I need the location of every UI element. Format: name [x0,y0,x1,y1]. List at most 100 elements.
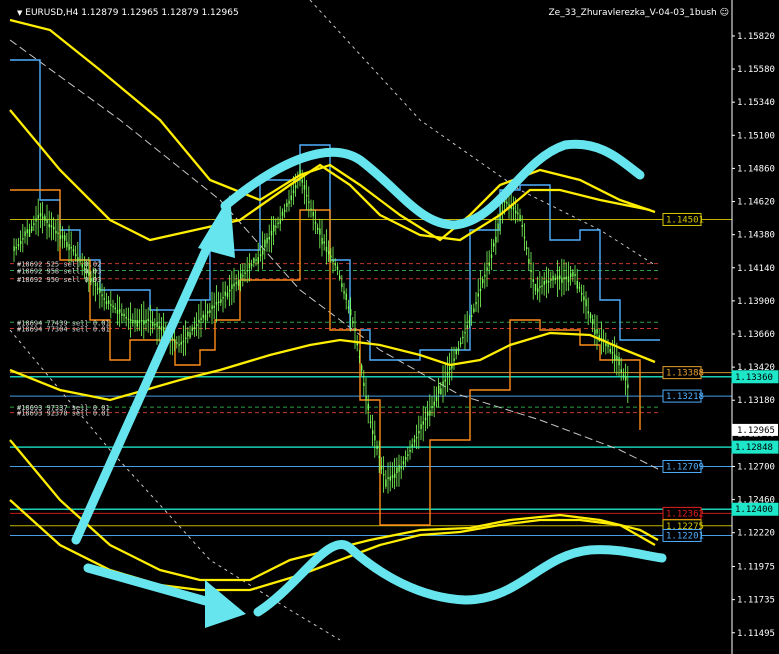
candle-body [110,304,112,306]
candle-body [550,279,552,281]
candle-body [325,246,328,252]
candle-body [213,305,215,308]
candle-body [103,298,105,300]
candle-body [416,436,418,439]
candle-body [462,336,464,339]
candle-body [528,259,530,264]
candle-body [350,309,352,316]
candle-body [200,317,202,320]
candle-body [176,342,178,344]
candle-body [20,241,22,244]
candle-body [211,305,213,309]
candle-body [141,320,143,322]
candle-body [622,374,625,376]
candle-body [15,247,17,249]
candle-body [339,275,341,279]
candle-body [145,320,147,323]
candle-body [204,314,207,321]
candle-body [13,246,15,251]
symbol-info: EURUSD,H4 1.12879 1.12965 1.12879 1.1296… [25,8,239,18]
candle-body [627,384,629,388]
candle-body [405,457,407,460]
candle-body [517,212,519,215]
candle-body [512,207,515,210]
candle-body [127,318,130,321]
candle-body [402,461,405,465]
candle-body [143,320,145,325]
chart-symbol-header: ▼ EURUSD,H4 1.12879 1.12965 1.12879 1.12… [17,8,239,18]
candle-body [343,291,345,294]
price-label-text: 1.14501 [666,215,704,225]
candle-body [101,294,103,297]
candle-body [574,274,576,276]
candle-body [72,249,75,252]
candle-body [119,309,121,313]
candle-body [70,246,72,249]
candle-body [446,373,449,376]
candle-body [530,270,532,273]
candle-body [222,297,224,299]
candle-body [321,238,323,245]
candle-body [358,356,361,358]
candle-body [372,430,374,435]
candle-body [545,280,548,284]
indicator-title: Ze_33_Zhuravlerezka_V-04-03_1bush ☺ [549,8,729,18]
candle-body [35,218,37,222]
candle-body [295,185,297,188]
candle-body [196,324,198,326]
candle-body [17,244,20,247]
candle-body [526,247,528,249]
price-label-text: 1.12362 [666,509,704,519]
candle-body [589,313,592,319]
axis-tick-label: 1.13660 [737,330,775,340]
candle-body [482,279,484,284]
candle-body [611,351,614,354]
candle-body [429,410,431,416]
candle-body [123,314,125,317]
candle-body [356,343,358,346]
candle-body [435,397,438,402]
down-triangle-icon: ▼ [17,9,23,17]
price-label-text: 1.12709 [666,462,704,472]
candle-body [50,225,53,228]
candle-body [281,211,284,216]
candle-body [134,320,136,324]
candle-body [178,344,180,346]
axis-tick-label: 1.15100 [737,131,775,141]
candle-body [328,251,330,255]
axis-tick-label: 1.13180 [737,396,775,406]
candle-body [215,301,218,305]
candle-body [420,424,422,429]
candle-body [383,473,385,476]
candle-body [592,319,594,325]
candle-body [554,277,556,280]
candle-body [433,401,435,406]
axis-tick-label: 1.15340 [737,98,775,108]
candle-body [314,222,317,224]
axis-tick-label: 1.14620 [737,198,775,208]
candle-body [158,326,160,329]
candle-body [57,232,59,235]
candle-body [464,332,466,334]
candle-body [438,385,440,394]
candle-body [259,254,262,257]
candle-body [387,477,389,479]
price-chart[interactable]: #18692 525 sell 0.02#18692 958 sell 0.03… [0,0,779,654]
candle-body [317,227,319,230]
candle-body [202,314,204,318]
candle-body [607,344,609,348]
candle-body [453,358,455,362]
candle-body [341,283,343,288]
candle-body [367,403,369,411]
candle-body [185,337,187,340]
candle-body [323,241,325,244]
candle-body [385,479,387,487]
candle-body [440,388,442,395]
candle-body [354,328,356,331]
candle-body [363,382,365,387]
candle-body [541,285,543,287]
price-label-text: 1.12848 [735,443,773,453]
candle-body [563,277,565,280]
candle-body [484,274,486,277]
candle-body [407,454,409,456]
